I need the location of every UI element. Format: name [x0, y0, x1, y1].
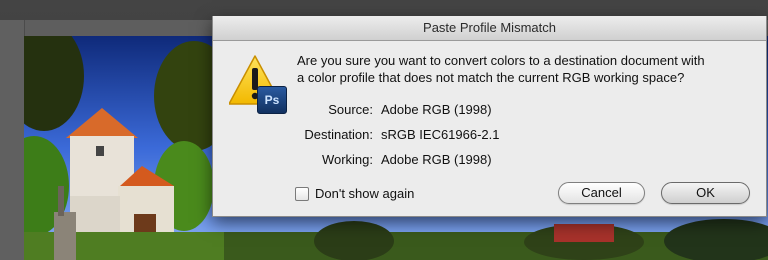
dialog-message: Are you sure you want to convert colors …	[297, 53, 705, 85]
profile-mismatch-dialog: Paste Profile Mismatch Ps Are you sure y…	[212, 16, 767, 217]
dont-show-again-option[interactable]: Don't show again	[295, 186, 414, 201]
source-label: Source:	[328, 102, 373, 117]
ok-button[interactable]: OK	[661, 182, 750, 204]
cancel-button[interactable]: Cancel	[558, 182, 645, 204]
canvas-edge	[0, 20, 25, 260]
dialog-title: Paste Profile Mismatch	[213, 16, 766, 41]
source-value: Adobe RGB (1998)	[381, 102, 492, 117]
working-label: Working:	[321, 152, 373, 167]
working-value: Adobe RGB (1998)	[381, 152, 492, 167]
dont-show-again-checkbox[interactable]	[295, 186, 309, 201]
dont-show-again-label: Don't show again	[315, 186, 415, 201]
destination-value: sRGB IEC61966-2.1	[381, 127, 500, 142]
destination-label: Destination:	[304, 127, 373, 142]
